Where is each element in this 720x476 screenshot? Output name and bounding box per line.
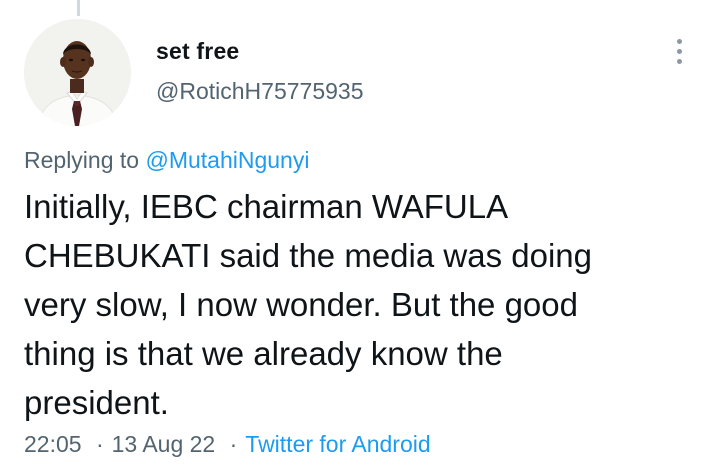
author-display-name[interactable]: set free [156,38,239,65]
tweet-text-line: very slow, I now wonder. But the good [24,286,578,323]
profile-photo-icon [24,19,131,126]
tweet-text-line: president. [24,384,169,421]
tweet-text-line: Initially, IEBC chairman WAFULA [24,188,509,225]
replying-to-mention-link[interactable]: @MutahiNgunyi [145,147,309,173]
tweet-text: Initially, IEBC chairman WAFULA CHEBUKAT… [24,182,694,427]
meta-separator: · [229,431,238,457]
thread-connector-line [77,0,80,16]
tweet-time[interactable]: 22:05 [24,431,82,457]
avatar[interactable] [24,19,131,126]
more-options-button[interactable] [666,34,694,68]
tweet-source-link[interactable]: Twitter for Android [245,431,430,457]
meta-separator: · [95,431,104,457]
author-handle[interactable]: @RotichH75775935 [156,78,363,105]
tweet-text-line: thing is that we already know the [24,335,503,372]
tweet-date[interactable]: 13 Aug 22 [112,431,216,457]
tweet-text-line: CHEBUKATI said the media was doing [24,237,592,274]
tweet-meta: 22:05 · 13 Aug 22 · Twitter for Android [24,431,431,458]
replying-to-label: Replying to [24,147,140,173]
replying-to-line: Replying to @MutahiNgunyi [24,147,309,174]
